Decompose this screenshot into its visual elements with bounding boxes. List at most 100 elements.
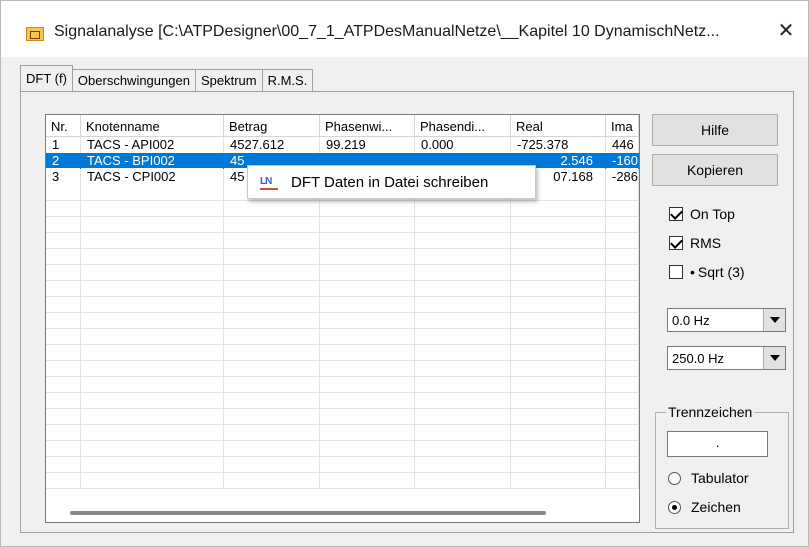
chevron-down-icon[interactable]	[763, 347, 785, 369]
empty-cell	[224, 281, 320, 297]
radio-tabulator-label: Tabulator	[691, 470, 749, 486]
empty-cell	[511, 281, 606, 297]
empty-cell	[46, 409, 81, 425]
empty-cell	[320, 473, 415, 489]
empty-cell	[511, 441, 606, 457]
app-icon	[26, 27, 44, 41]
column-header-real[interactable]: Real	[511, 115, 606, 137]
frequency-from-select[interactable]: 0.0 Hz	[667, 308, 786, 332]
empty-cell	[606, 217, 639, 233]
signal-analysis-window: Signalanalyse [C:\ATPDesigner\00_7_1_ATP…	[0, 0, 809, 547]
empty-cell	[81, 473, 224, 489]
context-menu-item-write-dft[interactable]: DFT Daten in Datei schreiben	[291, 174, 488, 191]
separator-group-title: Trennzeichen	[666, 404, 755, 420]
empty-cell	[415, 233, 511, 249]
on-top-label: On Top	[690, 206, 735, 222]
empty-cell	[224, 249, 320, 265]
empty-cell	[511, 409, 606, 425]
empty-cell	[46, 185, 81, 201]
sqrt3-checkbox[interactable]: • Sqrt (3)	[669, 263, 745, 281]
radio-tabulator[interactable]: Tabulator	[668, 469, 749, 487]
empty-table-row	[46, 313, 639, 329]
column-header-phasenwinkel[interactable]: Phasenwi...	[320, 115, 415, 137]
on-top-checkbox-box[interactable]	[669, 207, 683, 221]
empty-cell	[224, 201, 320, 217]
on-top-checkbox[interactable]: On Top	[669, 205, 735, 223]
separator-char-input[interactable]: .	[667, 431, 768, 457]
column-header-betrag[interactable]: Betrag	[224, 115, 320, 137]
empty-table-row	[46, 441, 639, 457]
empty-cell	[415, 297, 511, 313]
horizontal-scrollbar[interactable]	[70, 511, 546, 515]
frequency-to-select[interactable]: 250.0 Hz	[667, 346, 786, 370]
empty-cell	[81, 217, 224, 233]
empty-cell	[320, 249, 415, 265]
empty-cell	[511, 345, 606, 361]
rms-label: RMS	[690, 235, 722, 251]
empty-cell	[224, 345, 320, 361]
empty-cell	[606, 233, 639, 249]
radio-zeichen-circle[interactable]	[668, 500, 681, 514]
empty-cell	[81, 313, 224, 329]
empty-cell	[606, 297, 639, 313]
empty-cell	[606, 377, 639, 393]
empty-cell	[224, 377, 320, 393]
cell-real: -725.378	[511, 137, 606, 153]
radio-zeichen[interactable]: Zeichen	[668, 498, 741, 516]
empty-cell	[81, 265, 224, 281]
empty-cell	[224, 265, 320, 281]
empty-cell	[511, 265, 606, 281]
empty-cell	[320, 329, 415, 345]
close-button[interactable]: ✕	[764, 13, 808, 49]
tab-dft[interactable]: DFT (f)	[20, 65, 73, 91]
empty-cell	[81, 329, 224, 345]
empty-cell	[606, 265, 639, 281]
empty-cell	[415, 249, 511, 265]
empty-cell	[320, 377, 415, 393]
empty-cell	[224, 473, 320, 489]
sqrt3-checkbox-box[interactable]	[669, 265, 683, 279]
rms-checkbox[interactable]: RMS	[669, 234, 721, 252]
empty-cell	[81, 249, 224, 265]
tab-oberschwingungen[interactable]: Oberschwingungen	[71, 69, 196, 91]
empty-cell	[511, 217, 606, 233]
radio-tabulator-circle[interactable]	[668, 471, 681, 485]
empty-table-row	[46, 361, 639, 377]
cell-knotenname: TACS - API002	[81, 137, 224, 153]
cell-nr: 3	[46, 169, 81, 185]
empty-cell	[224, 361, 320, 377]
empty-cell	[606, 361, 639, 377]
empty-cell	[415, 201, 511, 217]
window-title: Signalanalyse [C:\ATPDesigner\00_7_1_ATP…	[54, 23, 720, 40]
empty-cell	[320, 457, 415, 473]
empty-cell	[224, 441, 320, 457]
table-header: Nr. Knotenname Betrag Phasenwi... Phasen…	[46, 115, 639, 137]
empty-cell	[46, 457, 81, 473]
empty-cell	[606, 409, 639, 425]
copy-button[interactable]: Kopieren	[652, 154, 778, 186]
tab-rms[interactable]: R.M.S.	[261, 69, 314, 91]
column-header-phasendifferenz[interactable]: Phasendi...	[415, 115, 511, 137]
cell-betrag: 4527.612	[224, 137, 320, 153]
empty-cell	[46, 425, 81, 441]
empty-cell	[415, 361, 511, 377]
empty-cell	[81, 409, 224, 425]
empty-cell	[415, 377, 511, 393]
empty-cell	[606, 441, 639, 457]
title-bar[interactable]: Signalanalyse [C:\ATPDesigner\00_7_1_ATP…	[1, 1, 808, 57]
empty-cell	[606, 345, 639, 361]
column-header-nr[interactable]: Nr.	[46, 115, 81, 137]
empty-table-row	[46, 473, 639, 489]
table-row[interactable]: 1 TACS - API002 4527.612 99.219 0.000 -7…	[46, 137, 639, 153]
empty-cell	[606, 185, 639, 201]
empty-cell	[320, 425, 415, 441]
dft-file-icon: LN	[260, 176, 278, 190]
column-header-ima[interactable]: Ima	[606, 115, 639, 137]
tab-spektrum[interactable]: Spektrum	[194, 69, 263, 91]
column-header-knotenname[interactable]: Knotenname	[81, 115, 224, 137]
empty-table-row	[46, 249, 639, 265]
empty-cell	[511, 473, 606, 489]
chevron-down-icon[interactable]	[763, 309, 785, 331]
rms-checkbox-box[interactable]	[669, 236, 683, 250]
help-button[interactable]: Hilfe	[652, 114, 778, 146]
